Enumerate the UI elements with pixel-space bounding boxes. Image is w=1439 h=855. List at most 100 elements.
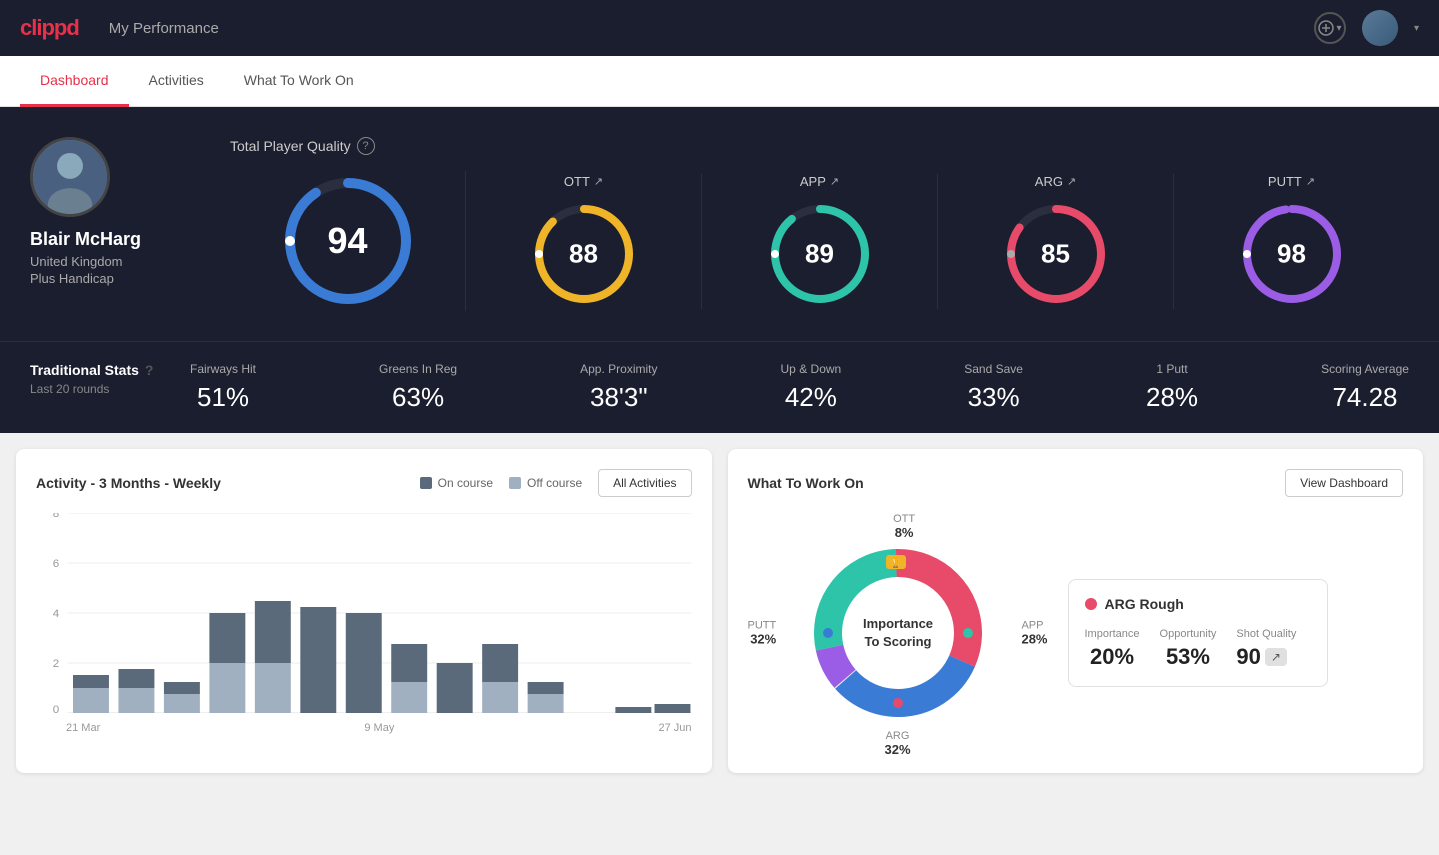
gauge-arg-label: ARG ↗ [1035,174,1076,189]
arg-trend: ↗ [1067,175,1076,188]
putt-gauge-circle: 98 [1237,199,1347,309]
stat-greens: Greens In Reg 63% [379,362,457,413]
x-label-2: 9 May [364,722,394,734]
putt-gauge-value: 98 [1277,238,1306,269]
quality-label: Total Player Quality [230,138,351,154]
x-label-1: 21 Mar [66,722,100,734]
svg-text:2: 2 [53,658,59,670]
gauge-ott-label: OTT ↗ [564,174,603,189]
activity-card-header: Activity - 3 Months - Weekly On course O… [36,469,692,497]
gauge-ott: OTT ↗ 88 [466,174,702,309]
svg-text:8: 8 [53,513,59,520]
ott-trend: ↗ [594,175,603,188]
gauge-main: 94 [230,171,466,311]
stat-scoring-label: Scoring Average [1321,362,1409,376]
detail-shotquality-row: 90 ↗ [1236,644,1296,670]
stat-updown-label: Up & Down [781,362,842,376]
detail-title: ARG Rough [1085,596,1311,612]
stats-bar: Traditional Stats ? Last 20 rounds Fairw… [0,341,1439,433]
gauges-container: 94 OTT ↗ 88 [230,171,1409,311]
stat-updown: Up & Down 42% [781,362,842,413]
stat-scoring: Scoring Average 74.28 [1321,362,1409,413]
gauge-putt: PUTT ↗ 98 [1174,174,1409,309]
stat-oneputt-label: 1 Putt [1146,362,1198,376]
detail-importance-value: 20% [1085,644,1140,670]
svg-text:To Scoring: To Scoring [864,634,931,649]
legend-off-course: Off course [509,476,582,490]
hero-section: Blair McHarg United Kingdom Plus Handica… [0,107,1439,341]
stat-proximity: App. Proximity 38'3" [580,362,657,413]
donut-label-app: APP 28% [1021,620,1047,647]
stats-label: Traditional Stats ? Last 20 rounds [30,362,190,396]
wtwo-title: What To Work On [748,475,864,491]
stats-title: Traditional Stats ? [30,362,190,378]
stat-fairways-value: 51% [190,382,256,413]
wtwo-content: OTT 8% APP 28% ARG 32% PUTT 32% [748,513,1404,753]
chart-legend: On course Off course [420,476,583,490]
tab-what-to-work-on[interactable]: What To Work On [224,56,374,107]
bottom-section: Activity - 3 Months - Weekly On course O… [0,433,1439,789]
detail-shotquality-value: 90 [1236,644,1260,670]
legend-on-dot [420,477,432,489]
legend-on-course: On course [420,476,493,490]
stats-items: Fairways Hit 51% Greens In Reg 63% App. … [190,362,1409,413]
stats-help-icon[interactable]: ? [145,362,154,378]
stat-proximity-value: 38'3" [580,382,657,413]
add-button[interactable]: ▾ [1314,12,1346,44]
detail-shot-quality: Shot Quality 90 ↗ [1236,628,1296,670]
stat-updown-value: 42% [781,382,842,413]
app-trend: ↗ [830,175,839,188]
stat-sandsave-label: Sand Save [964,362,1023,376]
svg-text:🏆: 🏆 [890,557,901,568]
user-avatar-button[interactable] [1362,10,1398,46]
stat-sandsave: Sand Save 33% [964,362,1023,413]
donut-label-ott: OTT 8% [893,513,915,540]
all-activities-button[interactable]: All Activities [598,469,691,497]
stat-greens-value: 63% [379,382,457,413]
detail-shotquality-label: Shot Quality [1236,628,1296,640]
ott-gauge-value: 88 [569,238,598,269]
legend-off-dot [509,477,521,489]
player-info: Blair McHarg United Kingdom Plus Handica… [30,137,230,286]
stat-sandsave-value: 33% [964,382,1023,413]
player-country: United Kingdom [30,254,123,269]
quality-section: Total Player Quality ? 94 [230,137,1409,311]
tabs-nav: Dashboard Activities What To Work On [0,56,1439,107]
what-to-work-on-card: What To Work On View Dashboard OTT 8% AP… [728,449,1424,773]
donut-label-putt: PUTT 32% [748,620,777,647]
activity-chart-title: Activity - 3 Months - Weekly [36,475,221,491]
gauge-app: APP ↗ 89 [702,174,938,309]
header-title: My Performance [109,20,1314,37]
player-handicap: Plus Handicap [30,271,114,286]
tab-dashboard[interactable]: Dashboard [20,56,129,107]
main-gauge-circle: 94 [278,171,418,311]
stat-proximity-label: App. Proximity [580,362,657,376]
main-gauge-value: 94 [327,220,367,262]
view-dashboard-button[interactable]: View Dashboard [1285,469,1403,497]
detail-opportunity: Opportunity 53% [1160,628,1217,670]
svg-text:Importance: Importance [862,616,932,631]
svg-text:4: 4 [53,608,59,620]
detail-card: ARG Rough Importance 20% Opportunity 53%… [1068,579,1328,687]
avatar-chevron: ▾ [1414,23,1419,34]
player-avatar [30,137,110,217]
stats-subtitle: Last 20 rounds [30,382,190,396]
detail-metrics: Importance 20% Opportunity 53% Shot Qual… [1085,628,1311,670]
app-gauge-value: 89 [805,238,834,269]
header: clippd My Performance ▾ ▾ [0,0,1439,56]
quality-header: Total Player Quality ? [230,137,1409,155]
gauge-app-label: APP ↗ [800,174,839,189]
stat-scoring-value: 74.28 [1321,382,1409,413]
gauge-arg: ARG ↗ 85 [938,174,1174,309]
stat-oneputt-value: 28% [1146,382,1198,413]
donut-label-arg: ARG 32% [884,730,910,757]
activity-chart-svg: 8 6 4 2 0 [36,513,692,713]
gauge-putt-label: PUTT ↗ [1268,174,1315,189]
x-label-3: 27 Jun [658,722,691,734]
tab-activities[interactable]: Activities [129,56,224,107]
detail-importance: Importance 20% [1085,628,1140,670]
putt-trend: ↗ [1306,175,1315,188]
quality-help-icon[interactable]: ? [357,137,375,155]
app-gauge-circle: 89 [765,199,875,309]
detail-importance-label: Importance [1085,628,1140,640]
